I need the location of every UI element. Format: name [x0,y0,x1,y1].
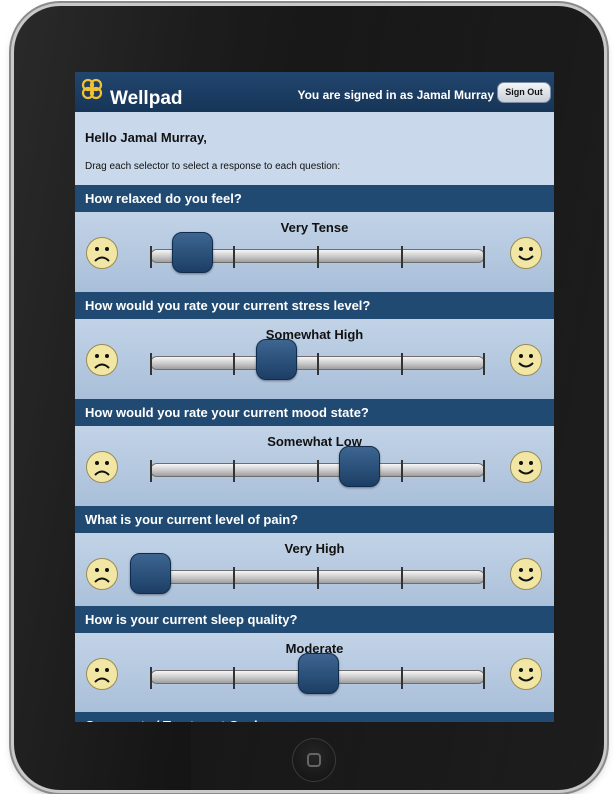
home-button[interactable] [292,738,336,782]
question-heading: What is your current level of pain? [75,506,554,533]
slider-tick [401,667,403,689]
question-block: Somewhat High [75,319,554,399]
response-label: Somewhat Low [267,434,362,449]
happy-face-icon [510,451,542,483]
sad-face-icon [86,451,118,483]
sign-out-button[interactable]: Sign Out [497,82,551,103]
slider-tick [150,460,152,482]
wellpad-logo-icon [81,78,103,100]
question-block: Very High [75,533,554,613]
question-block: Somewhat Low [75,426,554,506]
slider-thumb[interactable] [256,339,297,380]
screen: Wellpad You are signed in as Jamal Murra… [75,72,554,722]
sad-face-icon [86,658,118,690]
slider-track[interactable] [150,460,485,482]
slider-tick [317,246,319,268]
question-block: Moderate [75,633,554,713]
slider-tick [233,667,235,689]
slider-tick [401,460,403,482]
sad-face-icon [86,237,118,269]
happy-face-icon [510,658,542,690]
happy-face-icon [510,237,542,269]
slider-tick [233,567,235,589]
slider-track[interactable] [150,353,485,375]
slider-tick [150,667,152,689]
sad-face-icon [86,344,118,376]
slider-tick [233,460,235,482]
question-heading: How would you rate your current stress l… [75,292,554,319]
happy-face-icon [510,558,542,590]
slider-tick [483,353,485,375]
greeting: Hello Jamal Murray, [85,130,207,145]
slider-tick [483,246,485,268]
slider-tick [483,667,485,689]
slider-tick [150,353,152,375]
question-heading: How relaxed do you feel? [75,185,554,212]
question-heading: How is your current sleep quality? [75,606,554,633]
slider-tick [233,353,235,375]
signed-in-text: You are signed in as Jamal Murray [297,88,494,102]
slider-tick [483,567,485,589]
app-title: Wellpad [110,88,183,109]
question-block: Very Tense [75,212,554,292]
question-heading: How would you rate your current mood sta… [75,399,554,426]
instructions: Drag each selector to select a response … [85,161,341,172]
slider-tick [233,246,235,268]
slider-thumb[interactable] [172,232,213,273]
app-header: Wellpad You are signed in as Jamal Murra… [75,72,554,112]
slider-tick [483,460,485,482]
slider-tick [317,460,319,482]
response-label: Somewhat High [265,327,364,342]
slider-tick [401,567,403,589]
response-label: Very Tense [280,220,349,235]
slider-tick [401,246,403,268]
slider-thumb[interactable] [339,446,380,487]
slider-track[interactable] [150,567,485,589]
home-square-icon [307,753,321,767]
happy-face-icon [510,344,542,376]
slider-thumb[interactable] [130,553,171,594]
slider-tick [150,246,152,268]
slider-thumb[interactable] [298,653,339,694]
sad-face-icon [86,558,118,590]
slider-tick [401,353,403,375]
slider-tick [317,353,319,375]
slider-tick [317,567,319,589]
section-heading: Comments / Treatment Goals [75,712,554,722]
